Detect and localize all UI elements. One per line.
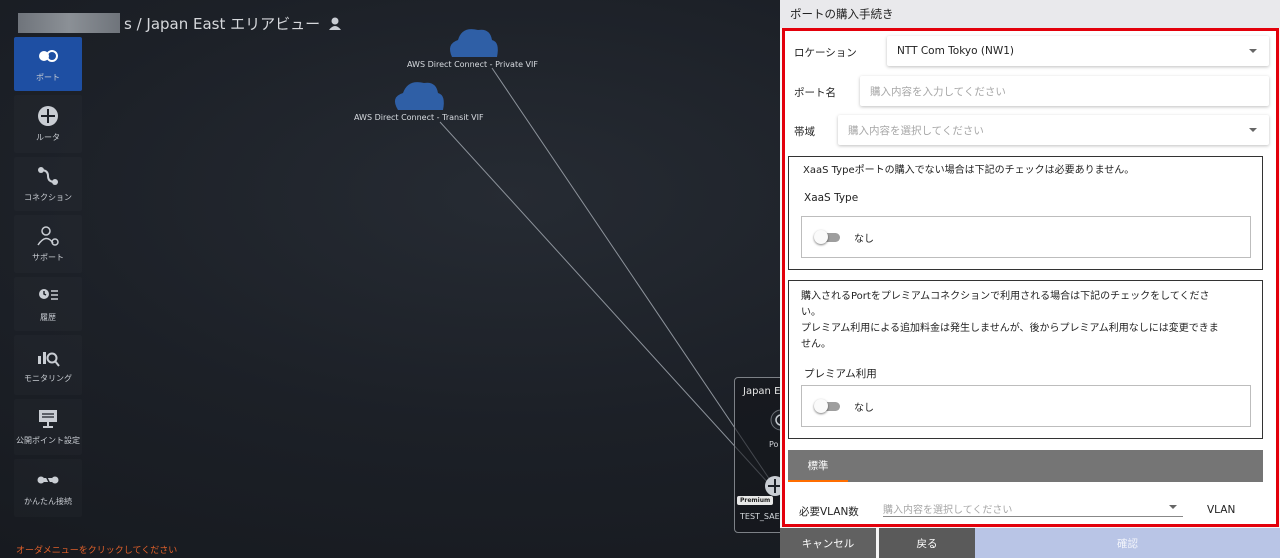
vlan-placeholder: 購入内容を選択してください xyxy=(883,505,1013,516)
back-button[interactable]: 戻る xyxy=(879,528,975,558)
premium-notice-line-4: せん。 xyxy=(801,339,831,350)
tab-standard[interactable]: 標準 xyxy=(788,450,848,482)
port-name-input[interactable]: 購入内容を入力してください xyxy=(860,76,1269,106)
xaas-section: XaaS Typeポートの購入でない場合は下記のチェックは必要ありません。 Xa… xyxy=(788,156,1263,270)
chevron-down-icon xyxy=(1249,128,1257,132)
premium-section: 購入されるPortをプレミアムコネクションで利用される場合は下記のチェックをして… xyxy=(788,280,1263,439)
location-label: ロケーション xyxy=(794,47,857,59)
connection-lines xyxy=(394,29,771,486)
vlan-row: 必要VLAN数 購入内容を選択してください VLAN xyxy=(785,497,1276,523)
action-bar: キャンセル 戻る 確認 xyxy=(780,528,1280,558)
port-name-placeholder: 購入内容を入力してください xyxy=(870,85,1006,98)
premium-toggle[interactable] xyxy=(814,399,840,413)
cancel-button[interactable]: キャンセル xyxy=(780,528,876,558)
cloud-label-transit: AWS Direct Connect - Transit VIF xyxy=(354,113,484,122)
chevron-down-icon xyxy=(1169,505,1177,509)
vlan-label: 必要VLAN数 xyxy=(799,506,859,518)
location-select[interactable]: NTT Com Tokyo (NW1) xyxy=(887,36,1269,66)
confirm-button[interactable]: 確認 xyxy=(975,528,1280,558)
premium-notice-line-3: プレミアム利用による追加料金は発生しませんが、後からプレミアム利用なしには変更で… xyxy=(801,323,1219,334)
plan-tab-bar: 標準 xyxy=(788,450,1263,482)
area-box-label: Japan E xyxy=(743,386,781,397)
cloud-icon-transit[interactable] xyxy=(394,82,444,110)
premium-notice: 購入されるPortをプレミアムコネクションで利用される場合は下記のチェックをして… xyxy=(789,281,1262,353)
bandwidth-placeholder: 購入内容を選択してください xyxy=(848,124,984,137)
premium-toggle-text: なし xyxy=(854,402,874,414)
xaas-toggle[interactable] xyxy=(814,230,840,244)
premium-badge: Premium xyxy=(737,496,774,505)
bandwidth-label: 帯域 xyxy=(794,126,815,138)
port-name-label: ポート名 xyxy=(794,87,836,99)
premium-heading: プレミアム利用 xyxy=(804,368,877,380)
vlan-select[interactable]: 購入内容を選択してください xyxy=(883,497,1183,517)
premium-toggle-box: なし xyxy=(801,385,1251,427)
xaas-notice: XaaS Typeポートの購入でない場合は下記のチェックは必要ありません。 xyxy=(803,165,1135,176)
order-menu-hint: オーダメニューをクリックしてください xyxy=(16,546,178,556)
xaas-toggle-text: なし xyxy=(854,233,874,245)
cloud-label-private: AWS Direct Connect - Private VIF xyxy=(407,60,538,69)
xaas-toggle-box: なし xyxy=(801,216,1251,258)
premium-notice-line-1: 購入されるPortをプレミアムコネクションで利用される場合は下記のチェックをして… xyxy=(801,291,1210,302)
purchase-panel: ポートの購入手続き ロケーション NTT Com Tokyo (NW1) ポート… xyxy=(780,0,1280,558)
vlan-unit: VLAN xyxy=(1207,504,1236,516)
highlight-frame: ロケーション NTT Com Tokyo (NW1) ポート名 購入内容を入力し… xyxy=(782,28,1279,527)
xaas-heading: XaaS Type xyxy=(804,192,859,204)
location-value: NTT Com Tokyo (NW1) xyxy=(897,45,1015,57)
panel-title: ポートの購入手続き xyxy=(780,0,1280,28)
bandwidth-select[interactable]: 購入内容を選択してください xyxy=(838,115,1269,145)
port-node-label: Po xyxy=(769,440,779,449)
cloud-icon-private[interactable] xyxy=(450,29,498,57)
router-node-label: TEST_SAE xyxy=(740,512,780,521)
premium-notice-line-2: い。 xyxy=(801,307,821,318)
chevron-down-icon xyxy=(1249,49,1257,53)
